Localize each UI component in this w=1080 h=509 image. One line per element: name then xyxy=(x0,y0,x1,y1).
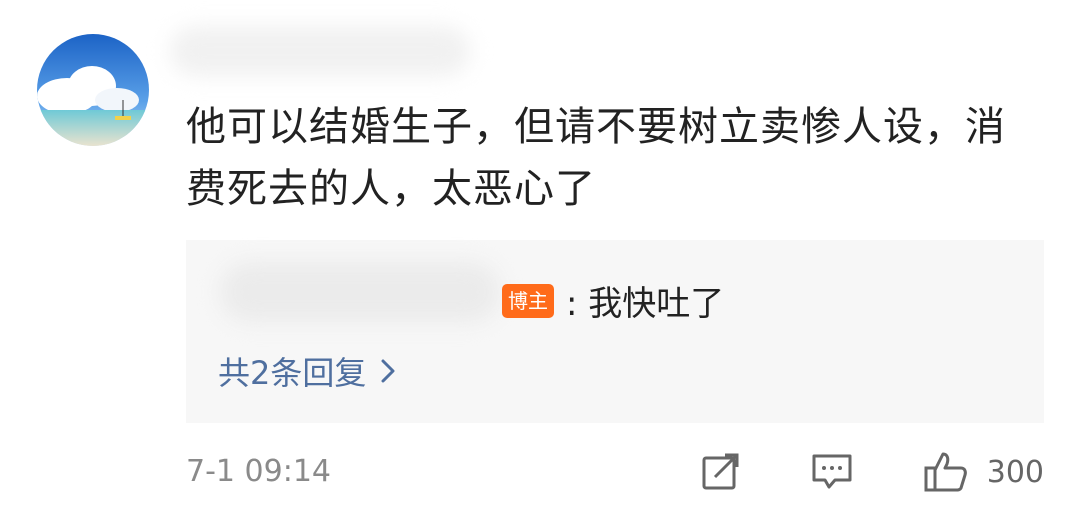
comment-actions: 300 xyxy=(701,450,1044,494)
share-icon[interactable] xyxy=(701,452,741,492)
avatar-image xyxy=(37,34,149,146)
reply-username-redacted xyxy=(220,262,500,322)
reply-preview[interactable]: 博主 : 我快吐了 共2条回复 xyxy=(186,240,1044,423)
comment-icon[interactable] xyxy=(811,452,853,492)
chevron-right-icon xyxy=(381,359,395,383)
view-replies-link[interactable]: 共2条回复 xyxy=(218,348,396,394)
author-badge: 博主 xyxy=(502,283,554,318)
username-redacted xyxy=(170,26,470,76)
avatar[interactable] xyxy=(37,34,149,146)
comment-text: 他可以结婚生子，但请不要树立卖惨人设，消费死去的人，太恶心了 xyxy=(186,104,1006,212)
like-count: 300 xyxy=(986,454,1044,490)
view-replies-label: 共2条回复 xyxy=(218,354,367,392)
thumbs-up-icon[interactable] xyxy=(923,450,969,494)
reply-line: 博主 : 我快吐了 xyxy=(502,276,724,325)
comment-timestamp: 7-1 09:14 xyxy=(186,454,331,489)
reply-text: : 我快吐了 xyxy=(566,284,725,324)
